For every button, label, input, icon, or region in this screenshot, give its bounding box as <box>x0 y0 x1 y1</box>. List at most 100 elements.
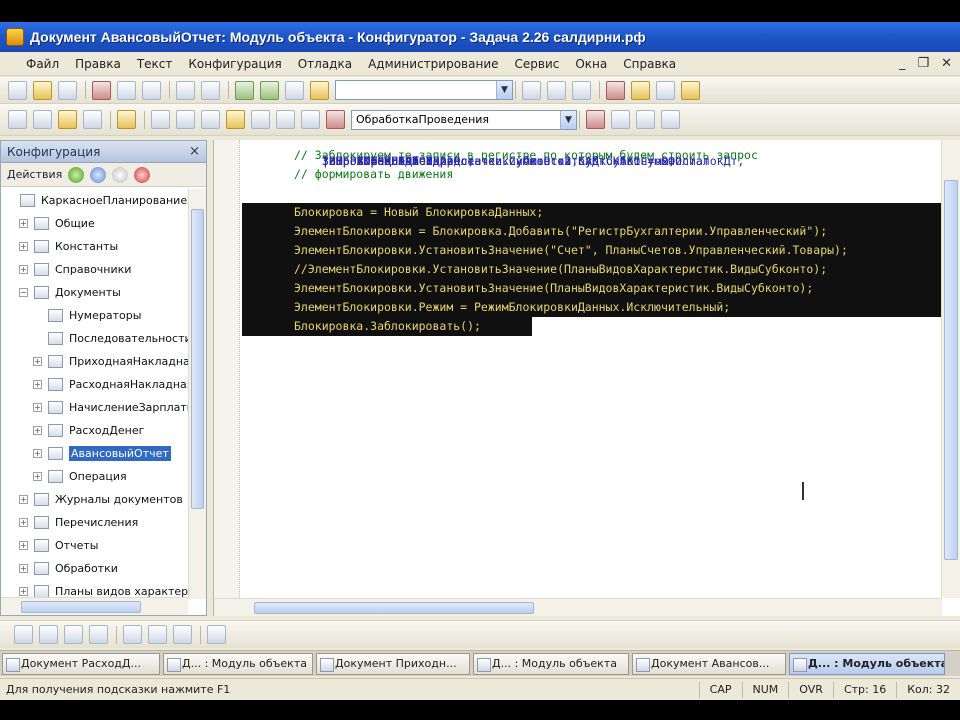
tree-node[interactable]: + Отчеты <box>1 534 188 557</box>
preview-icon[interactable] <box>201 80 220 100</box>
chevron-down-icon[interactable]: ▼ <box>560 110 576 129</box>
tree-node[interactable]: + АвансовыйОтчет <box>1 442 188 465</box>
menu-file[interactable]: Файл <box>26 57 59 71</box>
menu-text[interactable]: Текст <box>137 57 173 71</box>
task-window-6[interactable]: Д... : Модуль объекта <box>789 652 945 675</box>
tree-node[interactable]: Нумераторы <box>1 304 188 327</box>
editor-gutter[interactable] <box>214 140 240 598</box>
code-line[interactable]: ЭлементБлокировки.Режим = РежимБлокировк… <box>242 298 942 317</box>
stop-debug-icon[interactable] <box>661 110 680 129</box>
tree-node[interactable]: КаркасноеПланирование <box>1 189 188 212</box>
code-line[interactable]: ЭлементБлокировки = Блокировка.Добавить(… <box>242 222 942 241</box>
next-bookmark-icon[interactable] <box>276 110 295 129</box>
scrollbar-thumb[interactable] <box>191 209 204 509</box>
code-line[interactable]: Блокировка = Новый БлокировкаДанных; <box>242 203 942 222</box>
window-titlebar[interactable]: Документ АвансовыйОтчет: Модуль объекта … <box>0 22 960 52</box>
list-view-icon[interactable] <box>33 110 52 129</box>
syntax-assistant-icon[interactable] <box>572 80 591 100</box>
task-window-3[interactable]: Документ Приходн... <box>316 652 470 675</box>
tree-expander-icon[interactable]: + <box>19 495 28 504</box>
step-over-icon[interactable] <box>636 110 655 129</box>
expand-icon[interactable] <box>39 625 58 644</box>
menu-configuration[interactable]: Конфигурация <box>188 57 281 71</box>
cut-icon[interactable] <box>92 80 111 100</box>
add-icon[interactable] <box>68 166 85 183</box>
tree-expander-icon[interactable]: + <box>19 219 28 228</box>
menu-service[interactable]: Сервис <box>515 57 560 71</box>
tree-node[interactable]: + РасходнаяНакладная <box>1 373 188 396</box>
procedure-combo[interactable]: ОбработкаПроведения ▼ <box>351 109 577 130</box>
tree-expander-icon[interactable]: + <box>33 449 42 458</box>
info-icon[interactable] <box>681 80 700 100</box>
tree-expander-icon[interactable]: + <box>19 242 28 251</box>
editor-horizontal-scrollbar[interactable] <box>214 598 942 616</box>
indent-icon[interactable] <box>151 110 170 129</box>
tree-node[interactable]: + РасходДенег <box>1 419 188 442</box>
tree-expander-icon[interactable]: + <box>19 265 28 274</box>
format-icon[interactable] <box>301 110 320 129</box>
minimize-icon[interactable]: _ <box>899 56 906 71</box>
tree-node[interactable]: + Обработки <box>1 557 188 580</box>
print-icon[interactable] <box>176 80 195 100</box>
tree-node[interactable]: + Справочники <box>1 258 188 281</box>
breakpoint-icon[interactable] <box>586 110 605 129</box>
menu-help[interactable]: Справка <box>623 57 676 71</box>
code-line[interactable]: |ИЗ <box>270 152 942 171</box>
menu-administration[interactable]: Администрирование <box>368 57 498 71</box>
tree-expander-icon[interactable]: + <box>19 564 28 573</box>
move-down-icon[interactable] <box>148 625 167 644</box>
edit-icon[interactable] <box>90 166 107 183</box>
step-icon[interactable] <box>611 110 630 129</box>
tree-expander-icon[interactable]: + <box>33 380 42 389</box>
tree-node[interactable]: + ПриходнаяНакладная <box>1 350 188 373</box>
tree-horizontal-scrollbar[interactable] <box>1 597 188 615</box>
scrollbar-thumb[interactable] <box>254 602 534 614</box>
copy-icon[interactable] <box>112 166 129 183</box>
new-document-icon[interactable] <box>8 80 27 100</box>
tree-node[interactable]: + Журналы документов <box>1 488 188 511</box>
scrollbar-thumb[interactable] <box>21 601 141 613</box>
open-folder-icon[interactable] <box>33 80 52 100</box>
tree-node[interactable]: + Константы <box>1 235 188 258</box>
find-in-tree-icon[interactable] <box>285 80 304 100</box>
config-window-icon[interactable] <box>58 110 77 129</box>
menu-edit[interactable]: Правка <box>75 57 121 71</box>
tree-expander-icon[interactable]: + <box>19 587 28 596</box>
tree-expander-icon[interactable]: + <box>33 426 42 435</box>
paste-icon[interactable] <box>142 80 161 100</box>
code-line[interactable]: ЭлементБлокировки.УстановитьЗначение("Сч… <box>242 241 942 260</box>
search-icon[interactable] <box>310 80 329 100</box>
tree-node[interactable]: + Операция <box>1 465 188 488</box>
task-window-4[interactable]: Д... : Модуль объекта <box>473 652 629 675</box>
outdent-icon[interactable] <box>176 110 195 129</box>
tree-expander-icon[interactable]: + <box>33 403 42 412</box>
code-line[interactable]: Блокировка.Заблокировать(); <box>242 317 942 336</box>
tree-node[interactable]: + Перечисления <box>1 511 188 534</box>
tree-node[interactable]: + Общие <box>1 212 188 235</box>
redo-icon[interactable] <box>260 80 279 100</box>
code-line[interactable] <box>242 184 942 203</box>
find-next-icon[interactable] <box>522 80 541 100</box>
save-icon[interactable] <box>58 80 77 100</box>
metadata-tree[interactable]: КаркасноеПланирование + Общие + Константы + Сп… <box>1 189 188 599</box>
group-icon[interactable] <box>14 625 33 644</box>
uncomment-icon[interactable] <box>226 110 245 129</box>
task-window-1[interactable]: Документ РасходД... <box>2 652 160 675</box>
tree-expander-icon[interactable]: + <box>19 541 28 550</box>
select-all-icon[interactable] <box>89 625 108 644</box>
menu-windows[interactable]: Окна <box>575 57 607 71</box>
undo-icon[interactable] <box>235 80 254 100</box>
actions-menu-button[interactable]: Действия <box>7 168 62 181</box>
table-icon[interactable] <box>83 110 102 129</box>
tree-expander-icon[interactable]: + <box>33 357 42 366</box>
task-window-5[interactable]: Документ Авансов... <box>632 652 786 675</box>
scrollbar-thumb[interactable] <box>944 180 958 560</box>
update-config-icon[interactable] <box>117 110 136 129</box>
task-window-2[interactable]: Д... : Модуль объекта <box>163 652 313 675</box>
module-editor[interactable]: // Заблокируем те записи в регистре по к… <box>213 140 960 616</box>
close-icon[interactable]: ✕ <box>941 56 952 71</box>
close-icon[interactable]: × <box>189 144 200 159</box>
comment-icon[interactable] <box>201 110 220 129</box>
tree-vertical-scrollbar[interactable] <box>188 189 206 599</box>
tree-expander-icon[interactable]: + <box>33 472 42 481</box>
